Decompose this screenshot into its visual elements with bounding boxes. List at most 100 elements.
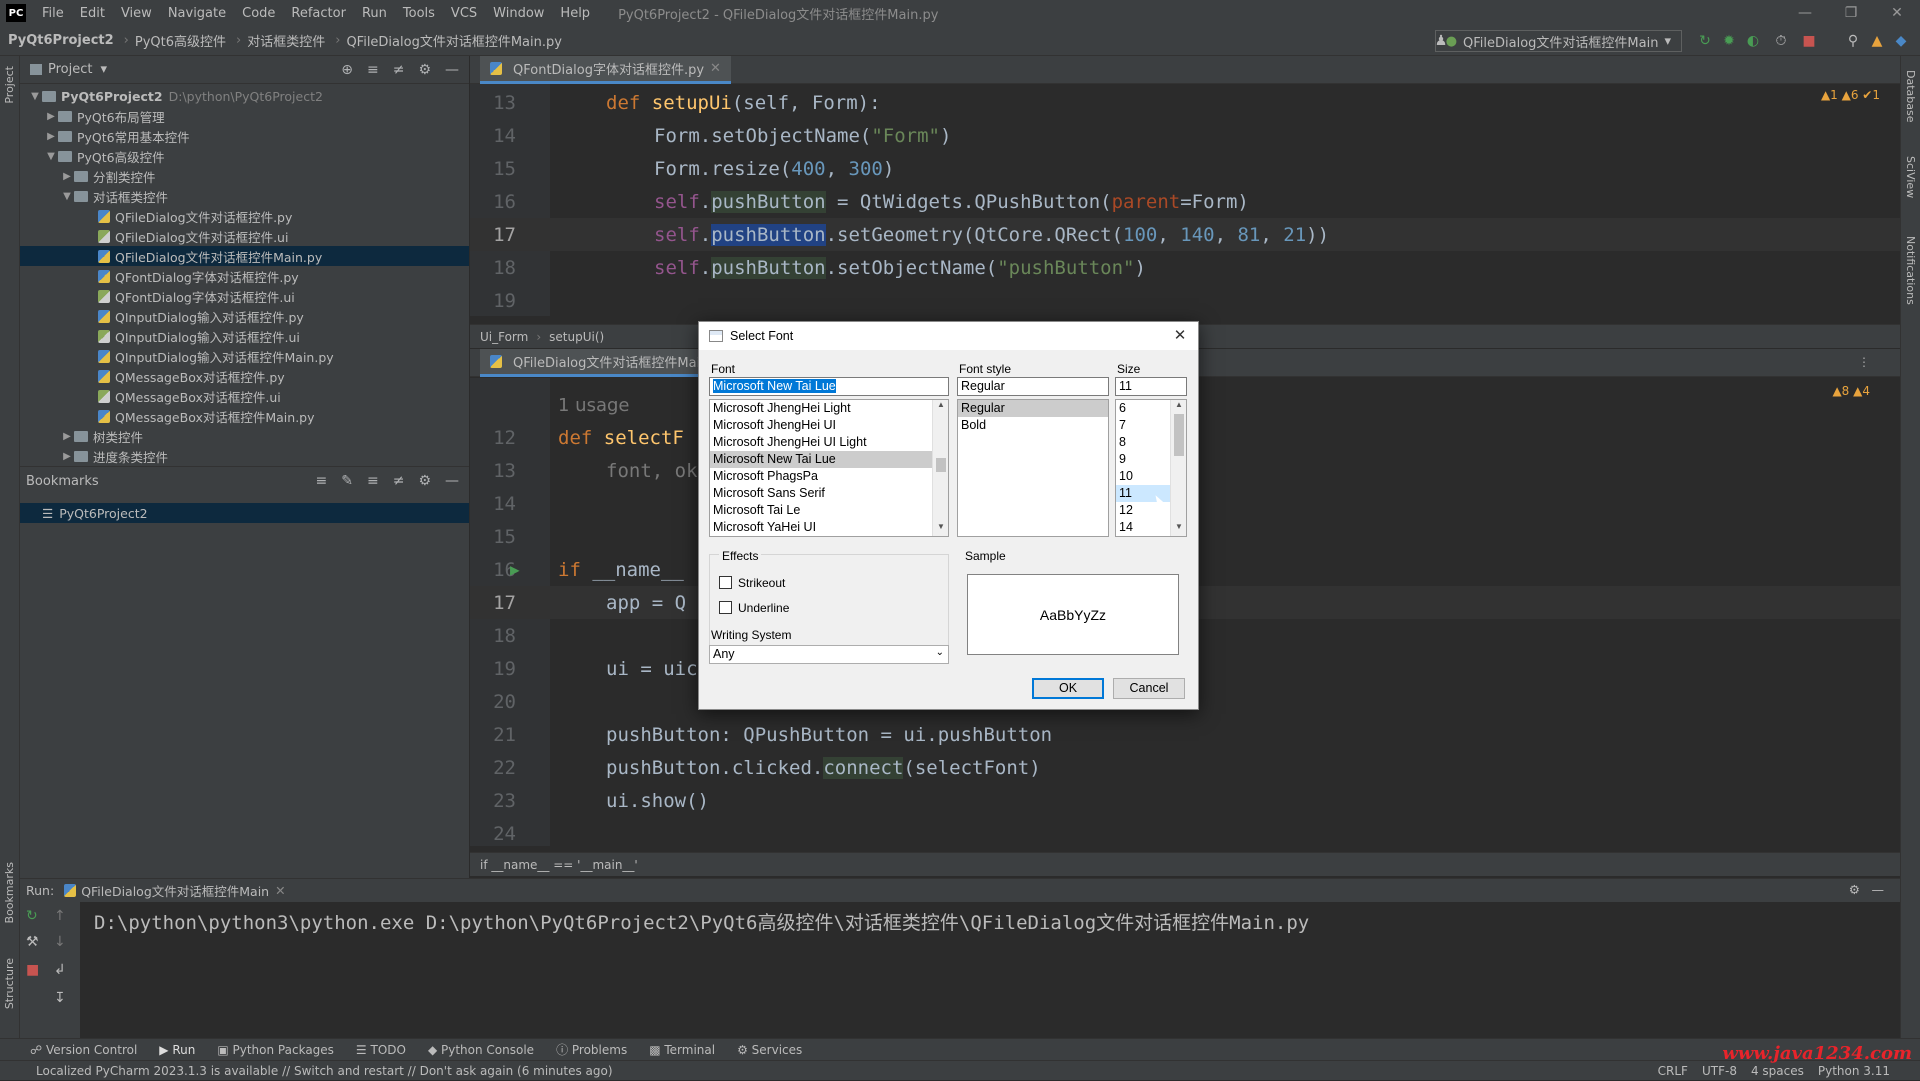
menu-refactor[interactable]: Refactor [283,6,354,21]
update-icon[interactable]: ▲ [1868,32,1886,50]
list-item[interactable]: Microsoft PhagsPa [710,468,948,485]
list-item[interactable]: Microsoft YaHei UI [710,519,948,536]
locate-icon[interactable]: ⊕ [341,62,353,78]
gear-icon[interactable]: ⚙ [1849,882,1860,897]
tree-item-file[interactable]: QInputDialog输入对话框控件.ui [20,326,469,346]
project-tool-tab[interactable]: Project [3,66,16,104]
close-tab-icon[interactable]: ✕ [275,883,285,898]
tree-item-file-selected[interactable]: QFileDialog文件对话框控件Main.py [20,246,469,266]
status-message[interactable]: Localized PyCharm 2023.1.3 is available … [36,1064,613,1078]
menu-vcs[interactable]: VCS [443,6,485,21]
tree-item-file[interactable]: QFontDialog字体对话框控件.py [20,266,469,286]
search-icon[interactable]: ⚲ [1844,32,1862,50]
tree-item-file[interactable]: QMessageBox对话框控件.ui [20,386,469,406]
tab-version-control[interactable]: ☍ Version Control [30,1043,137,1057]
font-list-scrollbar[interactable]: ▲ ▼ [932,400,948,536]
bookmarks-tool-tab[interactable]: Bookmarks [3,862,16,923]
notifications-tool-tab[interactable]: Notifications [1904,236,1917,305]
list-item-selected[interactable]: Regular [958,400,1108,417]
font-style-list[interactable]: Regular Bold [957,399,1109,537]
breadcrumb-project[interactable]: PyQt6Project2 [8,33,114,48]
collapse-all-icon[interactable]: ≠ [393,62,405,78]
tree-item-file[interactable]: QInputDialog输入对话框控件Main.py [20,346,469,366]
tab-python-console[interactable]: ◆ Python Console [428,1043,534,1057]
coverage-icon[interactable]: ◐ [1744,32,1762,50]
tree-item-file[interactable]: QFileDialog文件对话框控件.py [20,206,469,226]
inspection-widget[interactable]: ▲1 ▲6 ✔1 [1821,88,1880,102]
tree-item-folder[interactable]: ▼ PyQt6高级控件 [20,146,469,166]
soft-wrap-icon[interactable]: ↲ [54,962,66,978]
scroll-down-icon[interactable]: ▼ [933,522,948,536]
menu-navigate[interactable]: Navigate [160,6,234,21]
menu-tools[interactable]: Tools [395,6,443,21]
menu-help[interactable]: Help [552,6,598,21]
ok-button[interactable]: OK [1032,678,1104,699]
hide-icon[interactable]: — [1872,882,1885,897]
hide-icon[interactable]: — [445,62,459,78]
rerun-icon[interactable]: ↻ [26,908,38,924]
breadcrumb-file[interactable]: QFileDialog文件对话框控件Main.py [346,31,562,50]
size-input[interactable]: 11 [1115,377,1187,396]
size-list-scrollbar[interactable]: ▲ ▼ [1170,400,1186,536]
tree-item-file[interactable]: QMessageBox对话框控件Main.py [20,406,469,426]
tab-todo[interactable]: ☰ TODO [356,1043,406,1057]
code-editor-top[interactable]: 13 def setupUi(self, Form): 14 Form.setO… [470,84,1900,316]
tab-terminal[interactable]: ▩ Terminal [649,1043,715,1057]
list-item[interactable]: Microsoft JhengHei UI Light [710,434,948,451]
tree-item-root[interactable]: ▼ PyQt6Project2 D:\python\PyQt6Project2 [20,86,469,106]
encoding-widget[interactable]: UTF-8 [1702,1064,1737,1078]
expand-all-icon[interactable]: ≡ [367,473,379,489]
writing-system-select[interactable]: Any ⌄ [709,645,949,664]
collapse-all-icon[interactable]: ≠ [393,473,405,489]
arrow-up-icon[interactable]: ↑ [54,908,66,924]
tree-item-folder[interactable]: ▶ 进度条类控件 [20,446,469,466]
strikeout-label[interactable]: Strikeout [738,576,785,590]
cancel-button[interactable]: Cancel [1113,678,1185,699]
tree-item-folder[interactable]: ▶ PyQt6布局管理 [20,106,469,126]
jetbrains-icon[interactable]: ◆ [1892,32,1910,50]
inspection-widget[interactable]: ▲8 ▲4 [1832,384,1870,398]
line-separator-widget[interactable]: CRLF [1658,1064,1688,1078]
size-list[interactable]: 6 7 8 9 10 11 12 14 ▲ ▼ [1115,399,1187,537]
breadcrumb-subfolder[interactable]: 对话框类控件 [247,31,325,50]
structure-tool-tab[interactable]: Structure [3,958,16,1009]
run-tab[interactable]: QFileDialog文件对话框控件Main [81,881,269,900]
tree-item-file[interactable]: QInputDialog输入对话框控件.py [20,306,469,326]
minimize-icon[interactable]: — [1782,0,1828,26]
usage-hint[interactable]: 1 usage [558,395,630,416]
tab-python-packages[interactable]: ▣ Python Packages [217,1043,334,1057]
tree-item-folder[interactable]: ▶ PyQt6常用基本控件 [20,126,469,146]
breadcrumb-class[interactable]: Ui_Form [480,330,528,344]
run-gutter-icon[interactable]: ▶ [510,560,520,579]
font-input[interactable]: Microsoft New Tai Lue [709,377,949,396]
interpreter-widget[interactable]: Python 3.11 [1818,1064,1890,1078]
tree-item-folder[interactable]: ▶ 树类控件 [20,426,469,446]
hide-icon[interactable]: — [445,473,459,489]
list-item[interactable]: Bold [958,417,1108,434]
list-item-selected[interactable]: Microsoft New Tai Lue [710,451,948,468]
tree-item-file[interactable]: QMessageBox对话框控件.py [20,366,469,386]
sciview-tool-tab[interactable]: SciView [1904,156,1917,198]
expand-all-icon[interactable]: ≡ [367,62,379,78]
gear-icon[interactable]: ⚙ [418,62,431,78]
tree-item-file[interactable]: QFileDialog文件对话框控件.ui [20,226,469,246]
database-tool-tab[interactable]: Database [1904,70,1917,123]
strikeout-checkbox[interactable] [719,576,732,589]
list-item[interactable]: Microsoft Sans Serif [710,485,948,502]
stop-icon[interactable]: ■ [26,962,39,978]
scroll-thumb[interactable] [1174,414,1184,456]
close-icon[interactable]: ✕ [1170,326,1190,346]
scroll-up-icon[interactable]: ▲ [933,400,948,414]
underline-checkbox[interactable] [719,601,732,614]
stop-icon[interactable]: ■ [1800,32,1818,50]
indent-widget[interactable]: 4 spaces [1751,1064,1804,1078]
debug-icon[interactable]: ✹ [1720,32,1738,50]
tree-item-file[interactable]: QFontDialog字体对话框控件.ui [20,286,469,306]
menu-code[interactable]: Code [234,6,283,21]
edit-icon[interactable]: ✎ [341,473,353,489]
list-item[interactable]: Microsoft JhengHei Light [710,400,948,417]
tree-item-folder[interactable]: ▶ 分割类控件 [20,166,469,186]
menu-view[interactable]: View [113,6,160,21]
tree-item-folder[interactable]: ▼ 对话框类控件 [20,186,469,206]
restore-icon[interactable]: ❐ [1828,0,1874,26]
